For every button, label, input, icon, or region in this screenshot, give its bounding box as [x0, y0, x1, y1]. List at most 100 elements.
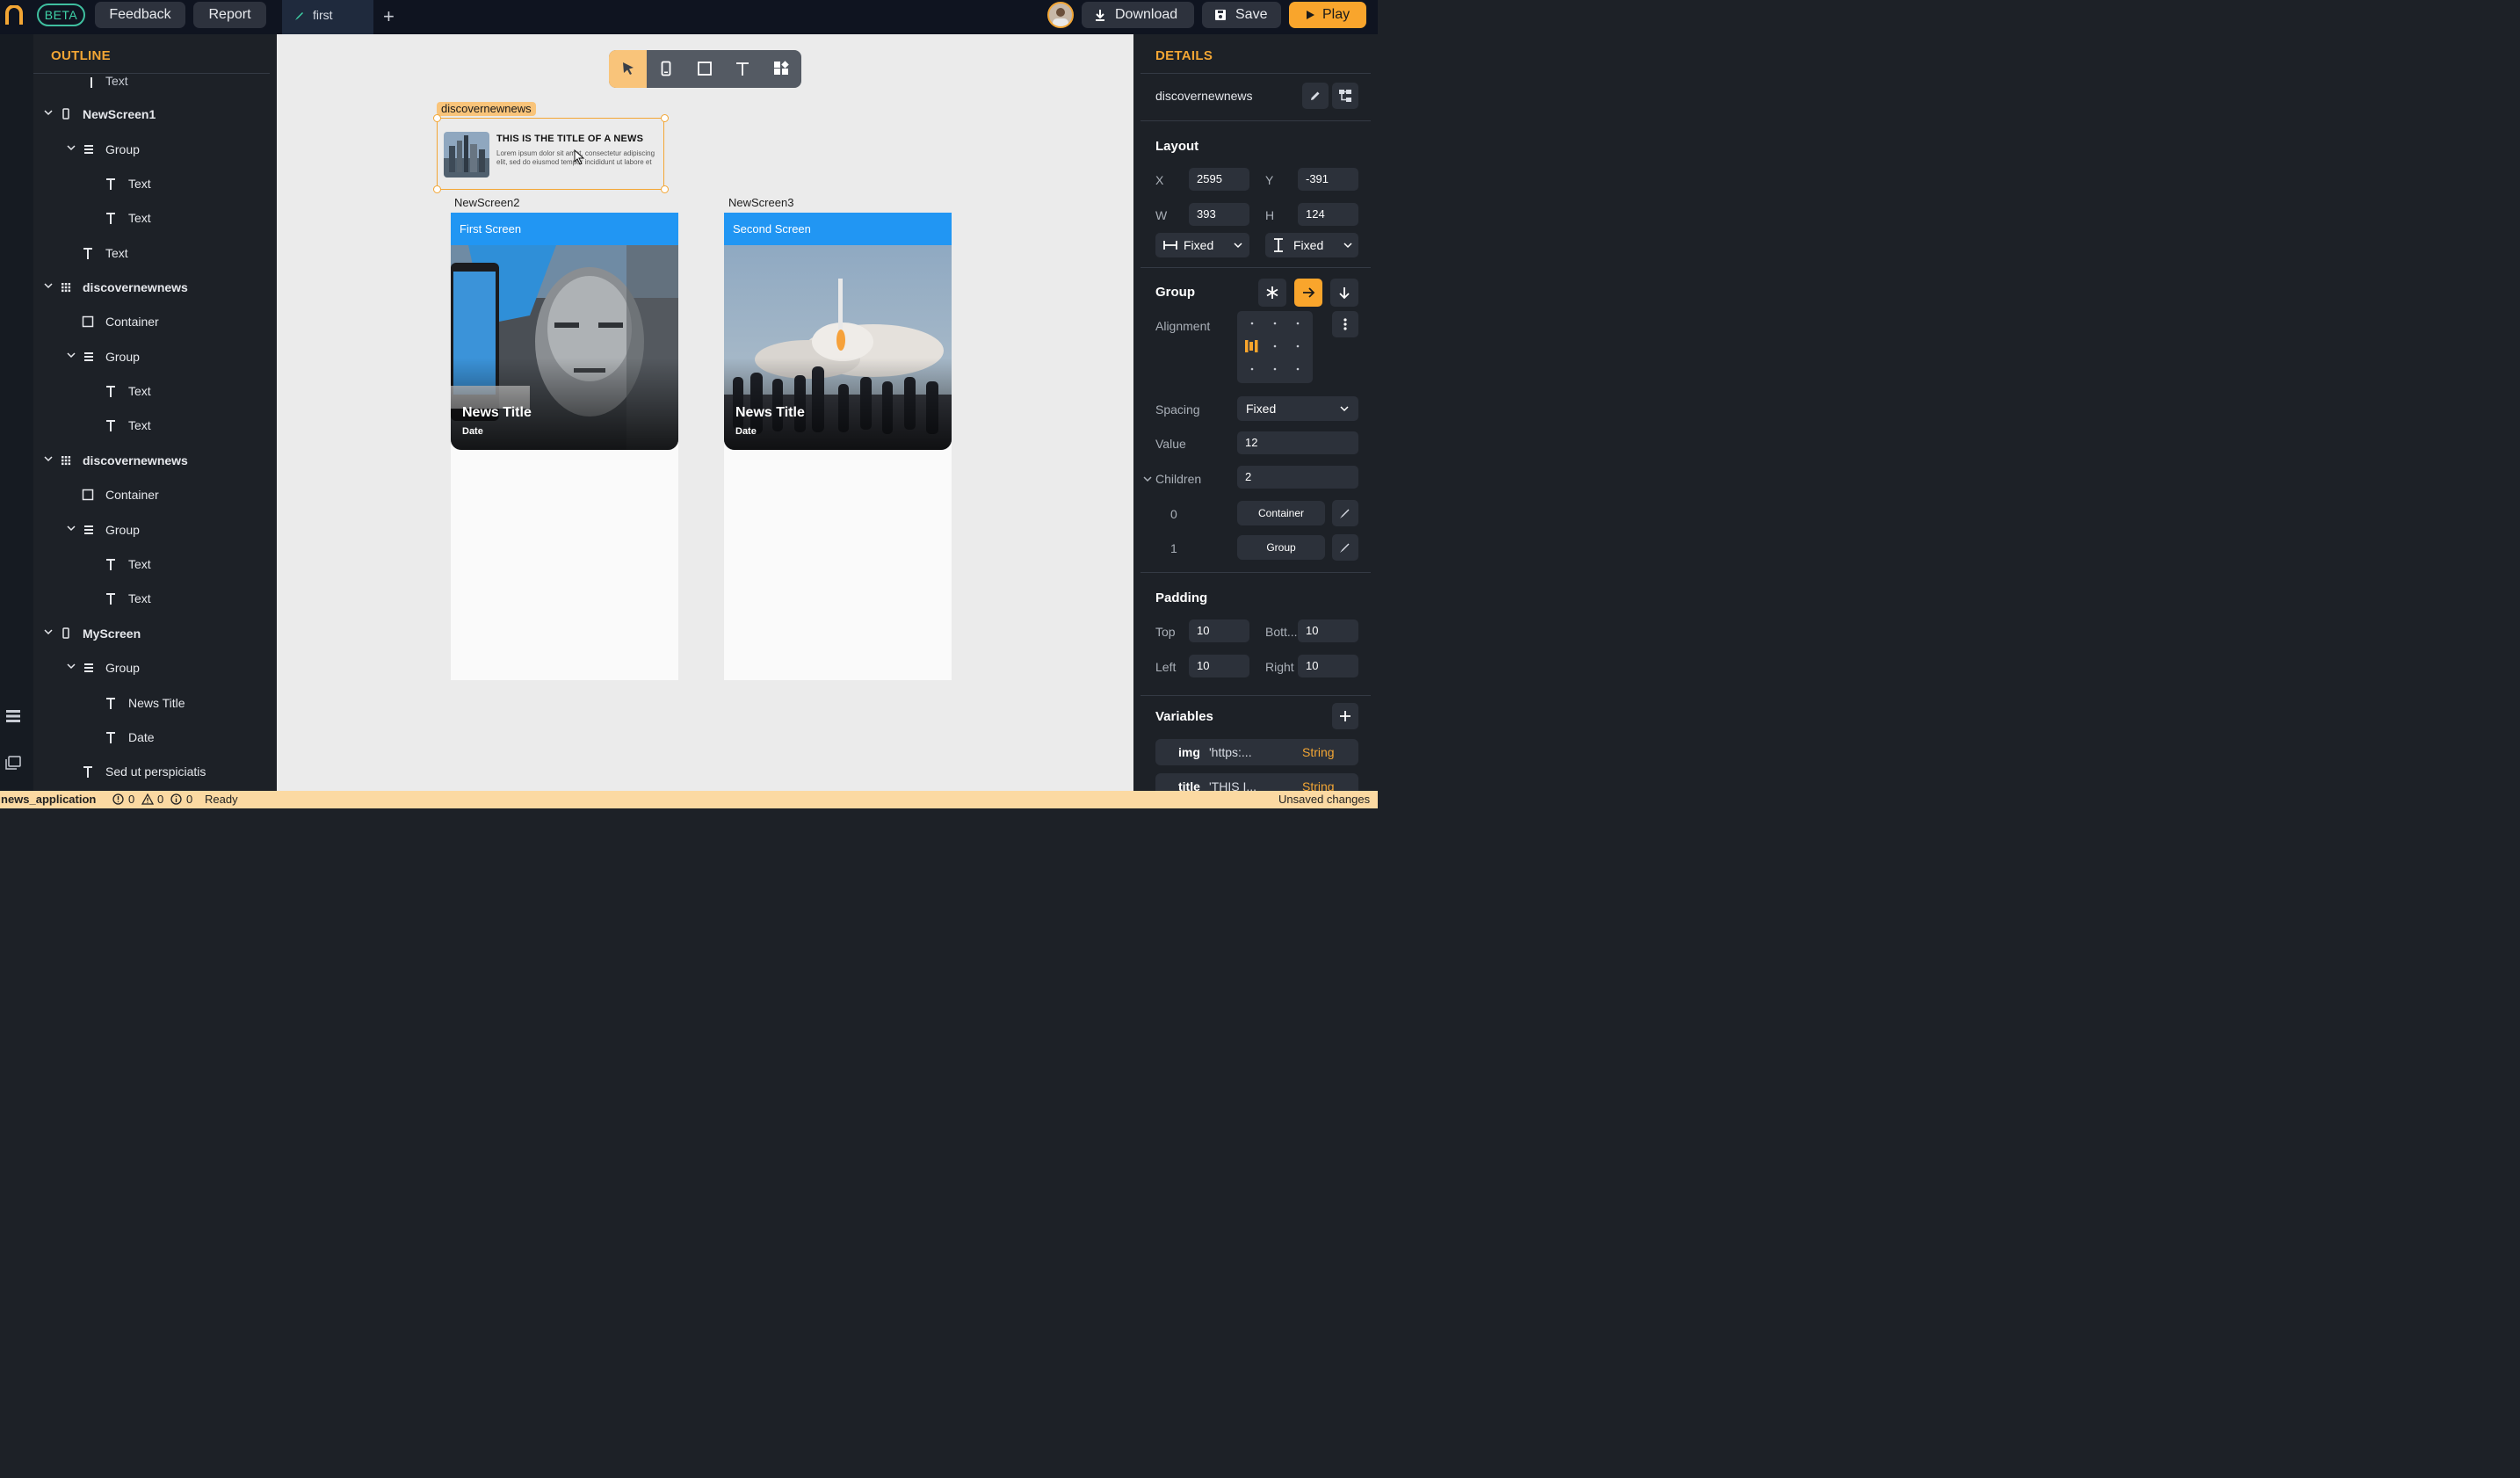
chevron-down-icon[interactable] [44, 108, 53, 117]
screen3-preview[interactable]: Second Screen News Title Date [724, 213, 952, 680]
details-divider [1141, 695, 1371, 696]
rename-button[interactable] [1302, 83, 1329, 109]
resize-handle[interactable] [433, 185, 441, 193]
download-button[interactable]: Download [1082, 2, 1194, 28]
resize-handle[interactable] [661, 114, 669, 122]
outline-row-group[interactable]: Group [33, 133, 277, 167]
select-tool[interactable] [609, 50, 647, 88]
add-tab-icon[interactable]: + [383, 5, 395, 28]
spacing-mode-select[interactable]: Fixed [1237, 396, 1358, 421]
outline-row-myscreen[interactable]: MyScreen [33, 617, 277, 651]
outline-row-text[interactable]: Text [33, 64, 277, 98]
report-button[interactable]: Report [193, 2, 266, 28]
outline-row-text[interactable]: Text [33, 547, 277, 582]
x-field[interactable]: 2595 [1189, 168, 1249, 191]
screen-tool[interactable] [648, 50, 685, 88]
outline-row-date[interactable]: Date [33, 721, 277, 755]
variable-row-title[interactable]: title 'THIS I... String [1155, 773, 1358, 791]
variable-row-img[interactable]: img 'https:... String [1155, 739, 1358, 765]
save-icon [1215, 10, 1226, 20]
alignment-more-button[interactable] [1332, 311, 1358, 337]
outline-row-text[interactable]: Text [33, 236, 277, 271]
padding-bottom-field[interactable]: 10 [1298, 619, 1358, 642]
outline-row-group[interactable]: Group [33, 513, 277, 547]
text-icon [106, 593, 115, 605]
chevron-down-icon[interactable] [67, 351, 76, 359]
app-logo-icon[interactable] [5, 5, 23, 26]
outline-row-text[interactable]: Sed ut perspiciatis [33, 755, 277, 789]
tab-first[interactable]: first [282, 0, 373, 34]
chevron-down-icon[interactable] [44, 627, 53, 636]
outline-row-text[interactable]: Text [33, 409, 277, 443]
layers-icon[interactable] [5, 709, 21, 723]
outline-row-newscreen1[interactable]: NewScreen1 [33, 98, 277, 132]
design-canvas[interactable]: discovernewnews THIS IS THE TITLE OF A N… [277, 34, 1133, 791]
wrap-direction-button[interactable] [1258, 279, 1286, 307]
y-field[interactable]: -391 [1298, 168, 1358, 191]
outline-row-container[interactable]: Container [33, 305, 277, 339]
details-divider [1141, 267, 1371, 268]
phone-icon [661, 61, 671, 76]
edit-child-button[interactable] [1332, 534, 1358, 561]
hero-news-title: News Title [735, 405, 805, 420]
x-label: X [1155, 173, 1164, 187]
warning-icon[interactable] [141, 793, 154, 805]
padding-top-field[interactable]: 10 [1189, 619, 1249, 642]
screen3-label: NewScreen3 [728, 196, 794, 209]
text-icon [106, 178, 115, 190]
vertical-direction-button[interactable] [1330, 279, 1358, 307]
chevron-down-icon[interactable] [44, 281, 53, 290]
folder-icon[interactable] [5, 756, 21, 770]
height-mode-select[interactable]: Fixed [1265, 233, 1358, 257]
avatar[interactable] [1047, 2, 1074, 28]
screen2-preview[interactable]: First Screen News Title Date [451, 213, 678, 680]
outline-row-text[interactable]: Text [33, 582, 277, 616]
hero-news-date: Date [735, 426, 757, 437]
component-tree-button[interactable] [1332, 83, 1358, 109]
chevron-down-icon[interactable] [1143, 475, 1152, 483]
error-icon[interactable] [112, 793, 124, 805]
details-divider [1141, 572, 1371, 573]
outline-row-discovernewnews[interactable]: discovernewnews [33, 444, 277, 478]
screen3-hero-card[interactable]: News Title Date [724, 245, 952, 450]
text-tool[interactable] [724, 50, 762, 88]
outline-row-group[interactable]: Group [33, 651, 277, 685]
feedback-button[interactable]: Feedback [95, 2, 185, 28]
padding-right-field[interactable]: 10 [1298, 655, 1358, 677]
outline-row-container[interactable]: Container [33, 478, 277, 512]
chevron-down-icon[interactable] [67, 524, 76, 533]
resize-handle[interactable] [661, 185, 669, 193]
outline-row-text[interactable]: Text [33, 201, 277, 235]
container-tool[interactable] [686, 50, 724, 88]
chevron-down-icon[interactable] [44, 454, 53, 463]
save-button[interactable]: Save [1202, 2, 1281, 28]
chevron-down-icon[interactable] [67, 662, 76, 670]
height-icon [1274, 238, 1283, 252]
resize-handle[interactable] [433, 114, 441, 122]
alignment-grid[interactable] [1237, 311, 1313, 383]
add-variable-button[interactable] [1332, 703, 1358, 729]
play-button[interactable]: Play [1289, 2, 1366, 28]
h-field[interactable]: 124 [1298, 203, 1358, 226]
width-mode-select[interactable]: Fixed [1155, 233, 1249, 257]
outline-row-text[interactable]: Text [33, 374, 277, 409]
components-tool[interactable] [763, 50, 800, 88]
outline-row-text[interactable]: Text [33, 167, 277, 201]
outline-row-news-title[interactable]: News Title [33, 686, 277, 721]
spacing-value-field[interactable]: 12 [1237, 431, 1358, 454]
child-container-button[interactable]: Container [1237, 501, 1325, 525]
info-icon[interactable] [170, 793, 182, 805]
screen2-hero-card[interactable]: News Title Date [451, 245, 678, 450]
selected-component-discovernewnews[interactable]: THIS IS THE TITLE OF A NEWS Lorem ipsum … [433, 114, 669, 193]
edit-child-button[interactable] [1332, 500, 1358, 526]
horizontal-direction-button[interactable] [1294, 279, 1322, 307]
outline-row-discovernewnews[interactable]: discovernewnews [33, 271, 277, 305]
width-icon [1163, 241, 1177, 250]
brush-icon [295, 12, 303, 20]
child-group-button[interactable]: Group [1237, 535, 1325, 560]
padding-left-label: Left [1155, 660, 1177, 674]
w-field[interactable]: 393 [1189, 203, 1249, 226]
chevron-down-icon[interactable] [67, 143, 76, 152]
padding-left-field[interactable]: 10 [1189, 655, 1249, 677]
outline-row-group[interactable]: Group [33, 340, 277, 374]
